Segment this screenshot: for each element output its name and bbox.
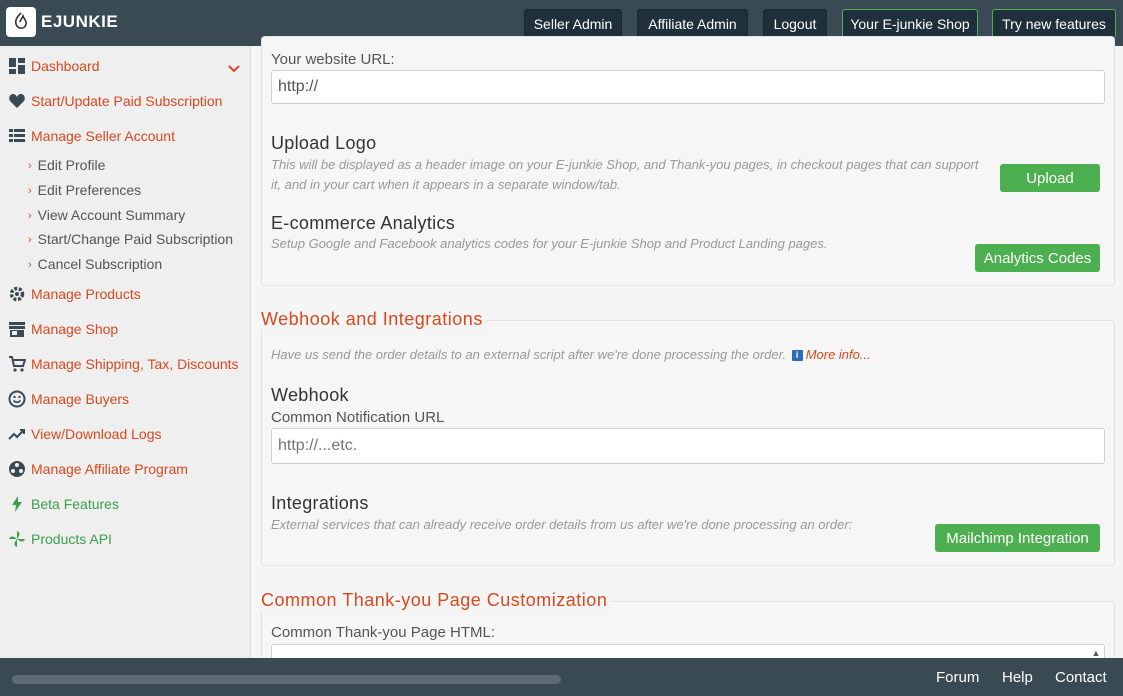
ejunkie-logo-icon[interactable] [6,7,36,37]
website-url-label: Your website URL: [271,51,395,68]
trending-up-icon [8,425,26,443]
lightning-icon [8,495,26,513]
footer: Forum Help Contact [0,658,1123,696]
smiley-icon [8,390,26,408]
sidebar-subitem-account-summary[interactable]: › View Account Summary [28,207,185,223]
notification-url-input[interactable] [271,428,1105,464]
upload-button[interactable]: Upload [1000,164,1100,192]
upload-logo-description: This will be displayed as a header image… [271,157,979,192]
analytics-description: Setup Google and Facebook analytics code… [271,236,828,251]
contact-link[interactable]: Contact [1055,669,1107,686]
chevron-right-icon: › [28,185,32,197]
horizontal-scrollbar[interactable] [12,675,561,684]
integrations-description: External services that can already recei… [271,517,853,532]
analytics-heading: E-commerce Analytics [271,213,456,233]
webhook-intro: Have us send the order details to an ext… [271,347,871,362]
webhook-section-title: Webhook and Integrations [261,309,487,330]
sidebar-item-label: Manage Buyers [31,391,130,407]
sidebar-item-affiliate[interactable]: Manage Affiliate Program [8,460,188,478]
sidebar-item-label: Manage Shipping, Tax, Discounts [31,356,239,372]
analytics-codes-button[interactable]: Analytics Codes [975,244,1100,272]
sidebar-item-manage-shipping[interactable]: Manage Shipping, Tax, Discounts [8,355,239,373]
store-icon [8,320,26,338]
pinwheel-icon [8,530,26,548]
chevron-right-icon: › [28,259,32,271]
affiliate-network-icon [8,460,26,478]
sidebar-item-manage-products[interactable]: Manage Products [8,285,141,303]
sidebar-item-label: Dashboard [31,58,100,74]
sidebar-item-label: Manage Products [31,286,141,302]
list-icon [8,127,26,145]
sidebar-item-label: Manage Affiliate Program [31,461,188,477]
sidebar-item-label: Products API [31,531,112,547]
thankyou-html-label: Common Thank-you Page HTML: [271,624,495,641]
sidebar-item-manage-shop[interactable]: Manage Shop [8,320,118,338]
sidebar-item-subscription[interactable]: Start/Update Paid Subscription [8,92,222,110]
sidebar-item-label: Manage Seller Account [31,128,175,144]
seller-admin-button[interactable]: Seller Admin [524,9,622,38]
scroll-up-icon[interactable]: ▲ [1090,648,1102,658]
chevron-right-icon: › [28,160,32,172]
sidebar-item-label: Manage Shop [31,321,119,337]
sidebar-item-label: Beta Features [31,496,119,512]
upload-logo-heading: Upload Logo [271,133,377,153]
sidebar-item-dashboard[interactable]: Dashboard [8,57,100,75]
sidebar-item-logs[interactable]: View/Download Logs [8,425,162,443]
dashboard-icon [8,57,26,75]
chevron-down-icon[interactable] [228,60,240,78]
logout-button[interactable]: Logout [763,9,827,38]
sidebar-item-manage-seller[interactable]: Manage Seller Account [8,127,175,145]
sidebar-subitem-change-subscription[interactable]: › Start/Change Paid Subscription [28,231,233,247]
gear-icon [8,285,26,303]
webhook-heading: Webhook [271,385,349,405]
brand-name[interactable]: EJUNKIE [41,12,118,32]
forum-link[interactable]: Forum [936,669,979,686]
mailchimp-integration-button[interactable]: Mailchimp Integration [935,524,1100,552]
integrations-heading: Integrations [271,493,369,513]
thankyou-section-title: Common Thank-you Page Customization [261,590,612,611]
sidebar-item-label: View/Download Logs [31,426,162,442]
website-url-input[interactable] [271,70,1105,104]
chevron-right-icon: › [28,210,32,222]
notification-url-label: Common Notification URL [271,409,445,426]
chevron-right-icon: › [28,234,32,246]
cart-icon [8,355,26,373]
affiliate-admin-button[interactable]: Affiliate Admin [637,9,748,38]
sidebar-subitem-edit-profile[interactable]: › Edit Profile [28,157,105,173]
more-info-link[interactable]: More info... [806,347,871,362]
sidebar-item-beta[interactable]: Beta Features [8,495,119,513]
sidebar-item-label: Start/Update Paid Subscription [31,93,223,109]
info-icon: i [791,350,803,362]
sidebar-subitem-edit-preferences[interactable]: › Edit Preferences [28,182,141,198]
your-shop-button[interactable]: Your E-junkie Shop [842,9,978,38]
sidebar-item-api[interactable]: Products API [8,530,112,548]
sidebar-item-manage-buyers[interactable]: Manage Buyers [8,390,129,408]
help-link[interactable]: Help [1002,669,1033,686]
heart-icon [8,92,26,110]
sidebar-subitem-cancel-subscription[interactable]: › Cancel Subscription [28,256,162,272]
try-new-features-button[interactable]: Try new features [992,9,1116,38]
